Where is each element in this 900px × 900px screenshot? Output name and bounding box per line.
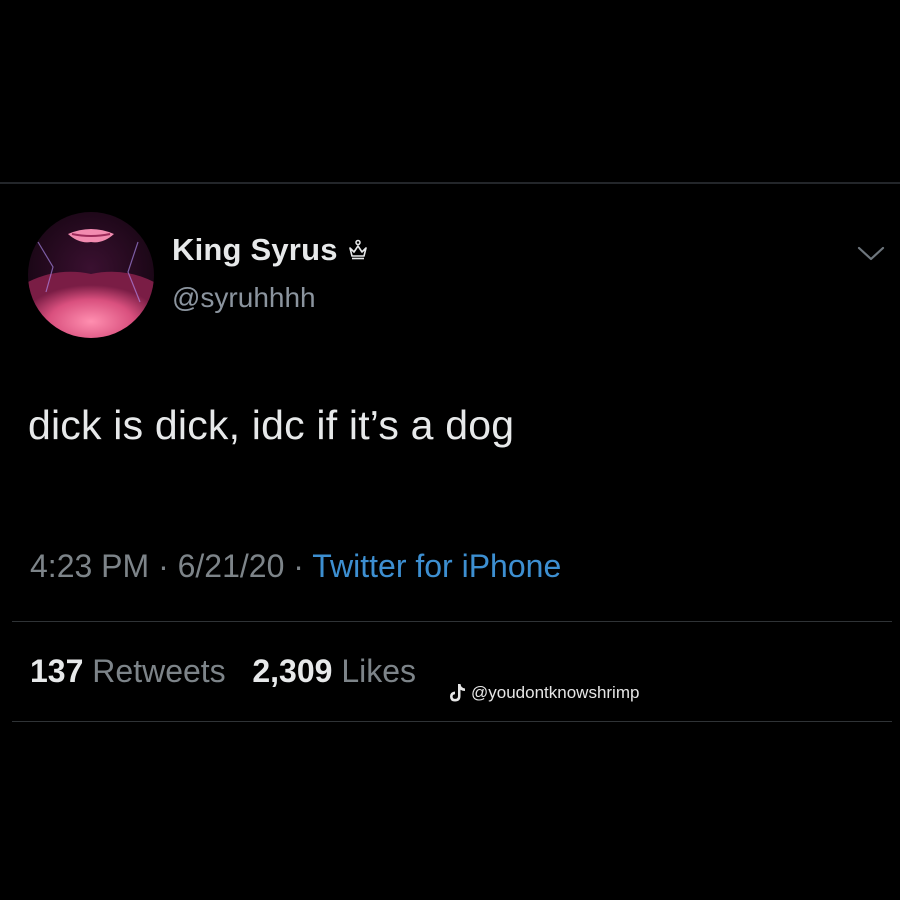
tiktok-watermark: @youdontknowshrimp	[449, 683, 639, 703]
retweets-stat[interactable]: 137 Retweets	[30, 653, 235, 689]
stats-divider	[12, 721, 892, 722]
tweet-stats: 137 Retweets 2,309 Likes	[30, 653, 416, 690]
tweet-source-link[interactable]: Twitter for iPhone	[312, 548, 561, 584]
top-divider	[0, 182, 900, 184]
meta-separator: ·	[158, 548, 169, 584]
tweet-text: dick is dick, idc if it’s a dog	[28, 402, 515, 448]
avatar[interactable]	[28, 212, 154, 338]
display-name-row[interactable]: King Syrus	[172, 232, 369, 268]
avatar-image	[28, 212, 154, 338]
retweets-label: Retweets	[92, 653, 226, 689]
tiktok-icon	[449, 683, 466, 703]
meta-divider	[12, 621, 892, 622]
display-name[interactable]: King Syrus	[172, 232, 338, 268]
crown-icon	[347, 239, 369, 261]
chevron-down-icon[interactable]	[856, 244, 886, 264]
likes-label: Likes	[341, 653, 417, 689]
likes-stat[interactable]: 2,309 Likes	[252, 653, 416, 689]
likes-count: 2,309	[252, 653, 333, 689]
retweets-count: 137	[30, 653, 84, 689]
watermark-text: @youdontknowshrimp	[471, 683, 640, 702]
tweet-meta: 4:23 PM · 6/21/20 · Twitter for iPhone	[30, 548, 561, 585]
meta-separator: ·	[293, 548, 304, 584]
tweet-date[interactable]: 6/21/20	[178, 548, 285, 584]
tweet-time[interactable]: 4:23 PM	[30, 548, 149, 584]
user-handle[interactable]: @syruhhhh	[172, 282, 316, 314]
